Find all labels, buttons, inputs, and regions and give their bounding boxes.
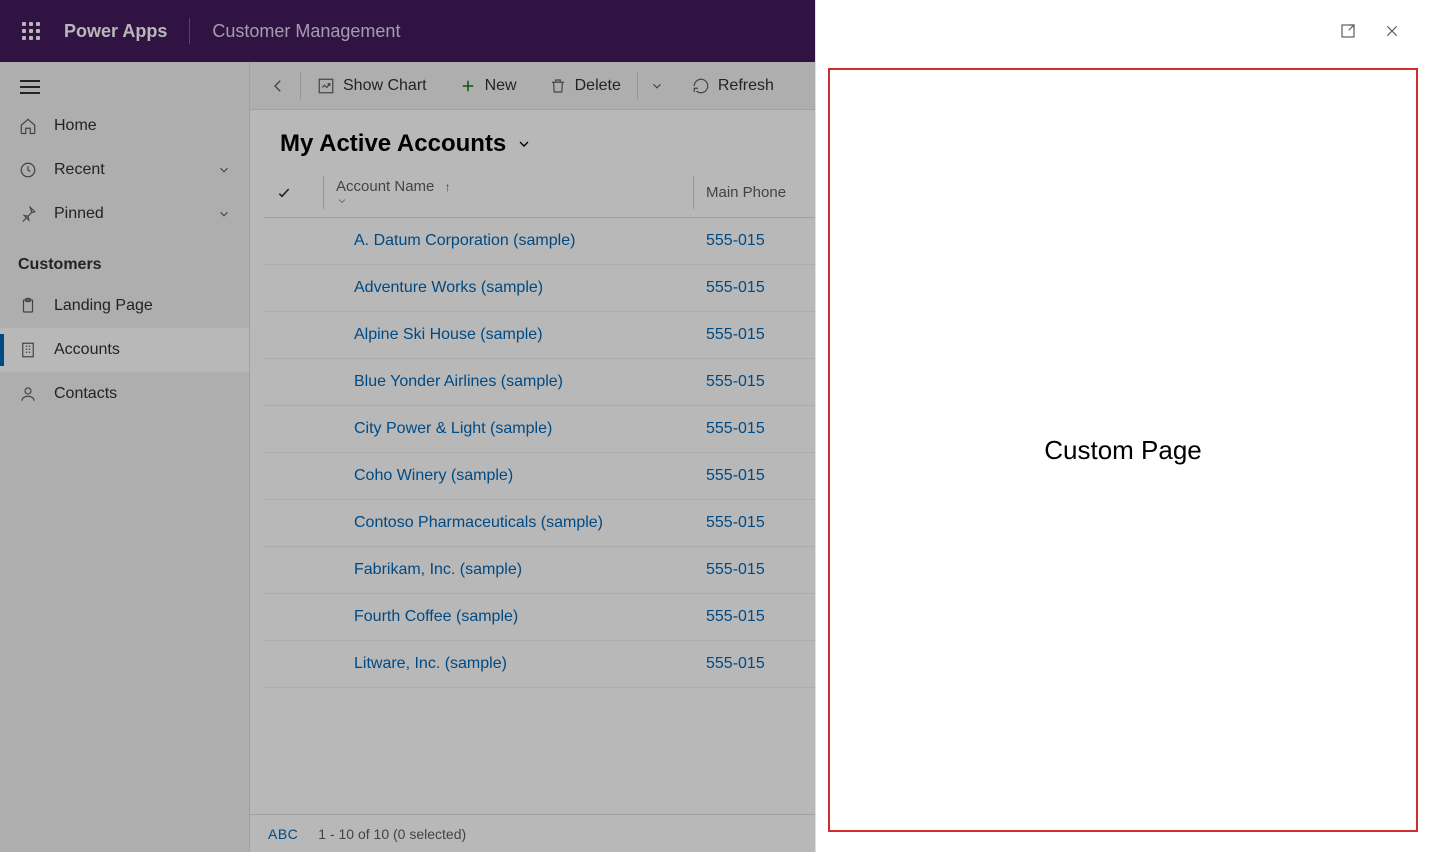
sort-asc-icon: ↑ xyxy=(445,180,451,194)
custom-page-label: Custom Page xyxy=(1044,435,1202,466)
app-name: Customer Management xyxy=(212,21,400,42)
sidebar-item-contacts[interactable]: Contacts xyxy=(0,372,249,416)
building-icon xyxy=(18,340,38,360)
cmd-show-chart-label: Show Chart xyxy=(343,77,427,95)
column-account-name[interactable]: Account Name ↑ xyxy=(324,168,694,218)
row-select[interactable] xyxy=(264,218,324,265)
cmd-refresh-label: Refresh xyxy=(718,77,774,95)
account-name-cell[interactable]: Litware, Inc. (sample) xyxy=(324,641,694,688)
site-map-sidebar: Home Recent Pinned Customers xyxy=(0,62,250,852)
pin-icon xyxy=(18,204,38,224)
column-main-phone-label: Main Phone xyxy=(706,184,786,201)
nav-home-label: Home xyxy=(54,117,97,135)
waffle-icon xyxy=(22,22,40,40)
row-select[interactable] xyxy=(264,500,324,547)
row-select[interactable] xyxy=(264,641,324,688)
nav-home[interactable]: Home xyxy=(0,104,249,148)
row-select[interactable] xyxy=(264,312,324,359)
person-icon xyxy=(18,384,38,404)
account-name-cell[interactable]: City Power & Light (sample) xyxy=(324,406,694,453)
nav-pinned[interactable]: Pinned xyxy=(0,192,249,236)
sidebar-item-landing-page[interactable]: Landing Page xyxy=(0,284,249,328)
brand-name: Power Apps xyxy=(64,21,167,42)
chevron-down-icon xyxy=(217,207,231,221)
chevron-down-icon xyxy=(516,136,532,152)
close-dialog-button[interactable] xyxy=(1374,13,1410,49)
row-select[interactable] xyxy=(264,547,324,594)
cmd-new[interactable]: New xyxy=(443,62,533,109)
checkmark-icon xyxy=(276,185,312,201)
clock-icon xyxy=(18,160,38,180)
chevron-down-icon xyxy=(217,163,231,177)
close-icon xyxy=(1384,23,1400,39)
account-name-cell[interactable]: Contoso Pharmaceuticals (sample) xyxy=(324,500,694,547)
plus-icon xyxy=(459,77,477,95)
sidebar-item-label: Contacts xyxy=(54,385,117,403)
account-name-cell[interactable]: Adventure Works (sample) xyxy=(324,265,694,312)
sidebar-item-accounts[interactable]: Accounts xyxy=(0,328,249,372)
trash-icon xyxy=(549,77,567,95)
record-range: 1 - 10 of 10 (0 selected) xyxy=(318,826,466,842)
cmd-new-label: New xyxy=(485,77,517,95)
app-launcher-button[interactable] xyxy=(8,8,54,54)
row-select[interactable] xyxy=(264,453,324,500)
account-name-cell[interactable]: Coho Winery (sample) xyxy=(324,453,694,500)
account-name-cell[interactable]: Fourth Coffee (sample) xyxy=(324,594,694,641)
row-select[interactable] xyxy=(264,594,324,641)
select-all-header[interactable] xyxy=(264,168,324,218)
home-icon xyxy=(18,116,38,136)
chevron-down-icon xyxy=(336,195,682,207)
expand-icon xyxy=(1339,22,1357,40)
refresh-icon xyxy=(692,77,710,95)
arrow-left-icon xyxy=(269,77,287,95)
cmd-delete-split[interactable] xyxy=(638,62,676,109)
header-divider xyxy=(189,18,190,44)
sidebar-item-label: Accounts xyxy=(54,341,120,359)
sidebar-section-customers: Customers xyxy=(0,236,249,284)
expand-dialog-button[interactable] xyxy=(1330,13,1366,49)
nav-recent-label: Recent xyxy=(54,161,105,179)
view-title-text: My Active Accounts xyxy=(280,130,506,158)
cmd-refresh[interactable]: Refresh xyxy=(676,62,790,109)
account-name-cell[interactable]: Blue Yonder Airlines (sample) xyxy=(324,359,694,406)
back-button[interactable] xyxy=(256,62,300,109)
account-name-cell[interactable]: Alpine Ski House (sample) xyxy=(324,312,694,359)
chart-icon xyxy=(317,77,335,95)
collapse-nav-button[interactable] xyxy=(0,70,249,104)
row-select[interactable] xyxy=(264,359,324,406)
side-dialog-panel: Custom Page xyxy=(815,0,1430,852)
account-name-cell[interactable]: Fabrikam, Inc. (sample) xyxy=(324,547,694,594)
row-select[interactable] xyxy=(264,406,324,453)
cmd-show-chart[interactable]: Show Chart xyxy=(301,62,443,109)
custom-page-host: Custom Page xyxy=(828,68,1418,832)
column-account-name-label: Account Name xyxy=(336,178,434,195)
sidebar-item-label: Landing Page xyxy=(54,297,153,315)
row-select[interactable] xyxy=(264,265,324,312)
nav-recent[interactable]: Recent xyxy=(0,148,249,192)
clipboard-icon xyxy=(18,296,38,316)
nav-pinned-label: Pinned xyxy=(54,205,104,223)
chevron-down-icon xyxy=(648,77,666,95)
hamburger-icon xyxy=(20,80,40,94)
cmd-delete[interactable]: Delete xyxy=(533,62,637,109)
jump-bar-abc[interactable]: ABC xyxy=(268,826,298,842)
account-name-cell[interactable]: A. Datum Corporation (sample) xyxy=(324,218,694,265)
cmd-delete-label: Delete xyxy=(575,77,621,95)
